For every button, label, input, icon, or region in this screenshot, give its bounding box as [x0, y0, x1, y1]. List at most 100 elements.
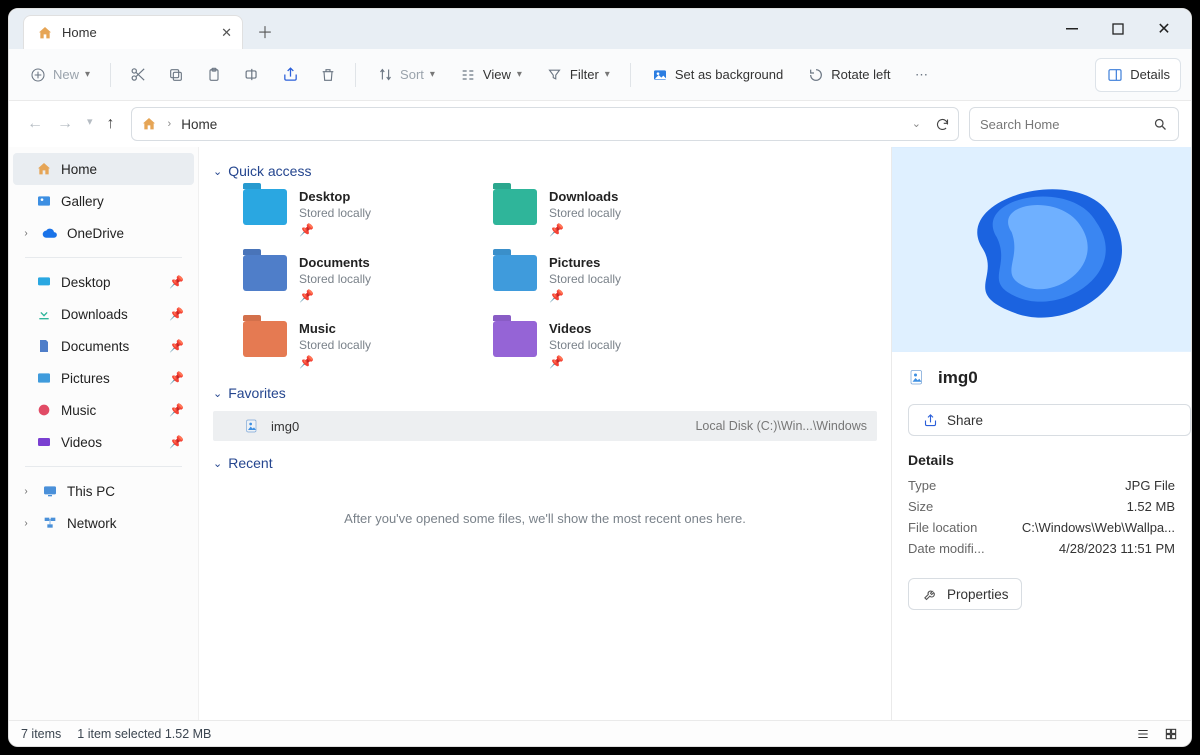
qa-sub: Stored locally [549, 338, 621, 352]
new-tab-button[interactable]: ＋ [249, 15, 281, 47]
rename-button[interactable] [235, 58, 269, 92]
details-key: Size [908, 499, 933, 514]
new-button[interactable]: New ▾ [19, 58, 100, 92]
search-input[interactable]: Search Home [969, 107, 1179, 141]
cut-button[interactable] [121, 58, 155, 92]
back-button[interactable]: ← [27, 115, 43, 133]
share-button[interactable] [273, 58, 307, 92]
details-pane: img0 Share Details TypeJPG FileSize1.52 … [891, 147, 1191, 720]
pin-icon: 📌 [169, 435, 184, 449]
favorite-item[interactable]: img0 Local Disk (C:)\Win...\Windows [213, 411, 877, 441]
group-quick-access[interactable]: ⌄ Quick access [213, 163, 877, 179]
view-large-icons-button[interactable] [1163, 727, 1179, 741]
share-button[interactable]: Share [908, 404, 1191, 436]
trash-icon [319, 66, 337, 84]
tab-home[interactable]: Home ✕ [23, 15, 243, 49]
folder-icon [243, 255, 287, 291]
pin-icon: 📌 [169, 371, 184, 385]
sidebar-item-label: Music [61, 403, 96, 418]
details-pane-toggle[interactable]: Details [1095, 58, 1181, 92]
navigation-row: ← → ▾ ↑ › Home ⌄ Search Home [9, 101, 1191, 147]
chevron-right-icon[interactable]: › [19, 486, 33, 497]
refresh-button[interactable] [935, 117, 950, 132]
chevron-down-icon: ▾ [85, 69, 90, 80]
folder-icon [243, 321, 287, 357]
delete-button[interactable] [311, 58, 345, 92]
sidebar-item-documents[interactable]: Documents 📌 [13, 330, 194, 362]
maximize-button[interactable] [1095, 9, 1141, 49]
sidebar-item-music[interactable]: Music 📌 [13, 394, 194, 426]
close-button[interactable]: ✕ [1141, 9, 1187, 49]
quick-access-item[interactable]: Downloads Stored locally 📌 [493, 189, 723, 237]
file-name: img0 [938, 368, 978, 388]
pc-icon [41, 482, 59, 500]
status-selection: 1 item selected 1.52 MB [77, 727, 211, 741]
recent-locations-button[interactable]: ▾ [87, 115, 93, 133]
new-label: New [53, 67, 79, 82]
document-icon [35, 337, 53, 355]
tab-close-icon[interactable]: ✕ [221, 25, 232, 41]
address-bar[interactable]: › Home ⌄ [131, 107, 959, 141]
group-favorites[interactable]: ⌄ Favorites [213, 385, 877, 401]
quick-access-item[interactable]: MusicStored locally📌 [243, 321, 473, 369]
quick-access-grid: DesktopStored locally📌 Downloads Stored lo… [243, 189, 877, 369]
details-row: Size1.52 MB [908, 499, 1175, 514]
paste-button[interactable] [197, 58, 231, 92]
properties-label: Properties [947, 587, 1009, 602]
share-label: Share [947, 413, 983, 428]
quick-access-item[interactable]: PicturesStored locally📌 [493, 255, 723, 303]
sidebar-item-gallery[interactable]: Gallery [13, 185, 194, 217]
sort-label: Sort [400, 67, 424, 82]
qa-name: Downloads [549, 189, 621, 204]
view-details-icon-button[interactable] [1135, 727, 1151, 741]
sidebar-item-onedrive[interactable]: › OneDrive [13, 217, 194, 249]
search-icon [1153, 117, 1168, 132]
sidebar-item-home[interactable]: Home [13, 153, 194, 185]
sidebar-item-pictures[interactable]: Pictures 📌 [13, 362, 194, 394]
forward-button[interactable]: → [57, 115, 73, 133]
sidebar-item-label: OneDrive [67, 226, 124, 241]
rotate-left-button[interactable]: Rotate left [797, 58, 900, 92]
details-row: Date modifi...4/28/2023 11:51 PM [908, 541, 1175, 556]
address-dropdown-button[interactable]: ⌄ [912, 117, 921, 132]
filter-button[interactable]: Filter ▾ [536, 58, 620, 92]
pin-icon: 📌 [549, 223, 621, 237]
chevron-right-icon[interactable]: › [19, 228, 33, 239]
sidebar-item-downloads[interactable]: Downloads 📌 [13, 298, 194, 330]
cloud-icon [41, 224, 59, 242]
up-button[interactable]: ↑ [107, 115, 115, 133]
details-row: File locationC:\Windows\Web\Wallpa... [908, 520, 1175, 535]
breadcrumb[interactable]: Home [181, 117, 217, 132]
details-key: File location [908, 520, 977, 535]
set-background-label: Set as background [675, 67, 783, 82]
quick-access-item[interactable]: DocumentsStored locally📌 [243, 255, 473, 303]
network-icon [41, 514, 59, 532]
view-button[interactable]: View ▾ [449, 58, 532, 92]
status-bar: 7 items 1 item selected 1.52 MB [9, 720, 1191, 746]
titlebar: Home ✕ ＋ ✕ [9, 9, 1191, 49]
sidebar-item-label: Downloads [61, 307, 128, 322]
sidebar-item-label: Pictures [61, 371, 110, 386]
quick-access-item[interactable]: VideosStored locally📌 [493, 321, 723, 369]
sidebar-item-label: Documents [61, 339, 129, 354]
copy-button[interactable] [159, 58, 193, 92]
quick-access-item[interactable]: DesktopStored locally📌 [243, 189, 473, 237]
minimize-button[interactable] [1049, 9, 1095, 49]
sidebar-item-network[interactable]: › Network [13, 507, 194, 539]
sidebar-item-desktop[interactable]: Desktop 📌 [13, 266, 194, 298]
pin-icon: 📌 [169, 403, 184, 417]
sidebar-item-this-pc[interactable]: › This PC [13, 475, 194, 507]
sort-icon [376, 66, 394, 84]
file-header: img0 [892, 352, 1191, 404]
properties-button[interactable]: Properties [908, 578, 1022, 610]
sort-button[interactable]: Sort ▾ [366, 58, 445, 92]
chevron-down-icon: ⌄ [213, 457, 222, 470]
more-button[interactable]: ⋯ [905, 58, 939, 92]
sidebar-item-videos[interactable]: Videos 📌 [13, 426, 194, 458]
folder-icon [493, 189, 537, 225]
set-background-button[interactable]: Set as background [641, 58, 793, 92]
qa-sub: Stored locally [549, 206, 621, 220]
folder-icon [493, 321, 537, 357]
group-recent[interactable]: ⌄ Recent [213, 455, 877, 471]
chevron-right-icon[interactable]: › [19, 518, 33, 529]
